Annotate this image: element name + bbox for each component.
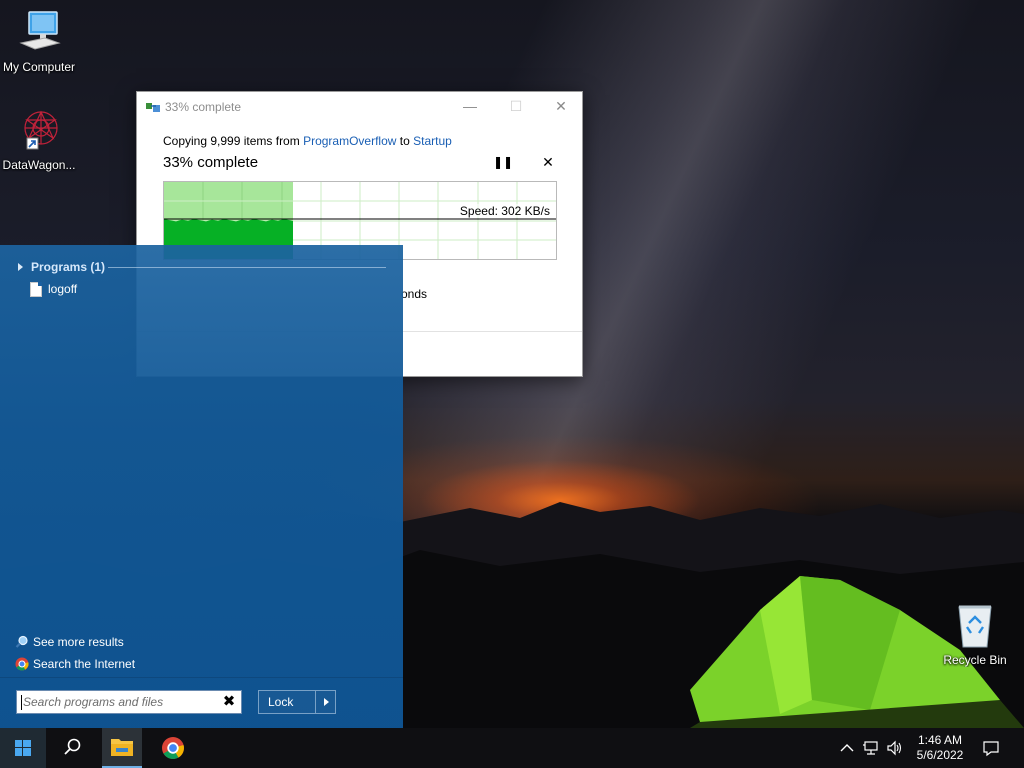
show-hidden-icons-chevron-up-icon[interactable] — [838, 739, 856, 757]
search-internet-link[interactable]: Search the Internet — [15, 656, 135, 672]
recycle-bin-icon — [951, 603, 999, 649]
desktop-icon-label: Recycle Bin — [943, 653, 1007, 667]
minimize-button[interactable]: — — [447, 92, 493, 122]
lock-button[interactable]: Lock — [258, 690, 336, 714]
datawagon-shortcut-icon — [15, 108, 63, 154]
network-icon[interactable] — [862, 739, 880, 757]
lock-button-label: Lock — [268, 695, 294, 709]
start-button[interactable] — [0, 728, 46, 768]
program-result-logoff[interactable]: logoff — [30, 280, 77, 298]
to-word: to — [396, 134, 414, 148]
program-label: logoff — [48, 282, 78, 296]
search-icon — [64, 738, 81, 755]
clock-date: 5/6/2022 — [916, 748, 964, 762]
expand-arrow-icon — [18, 263, 23, 271]
clock-time: 1:46 AM — [917, 733, 963, 747]
pause-button[interactable]: ❚❚ — [493, 155, 513, 173]
taskbar-search-button[interactable] — [50, 728, 96, 768]
dialog-title: 33% complete — [165, 100, 242, 114]
windows-logo-icon — [15, 740, 31, 756]
power-options-arrow-icon[interactable] — [315, 691, 335, 713]
copy-description: Copying 9,999 items from ProgramOverflow… — [163, 134, 452, 148]
desktop-icon-label: DataWagon... — [2, 158, 76, 172]
cancel-copy-button[interactable]: ✕ — [538, 154, 558, 172]
dialog-titlebar[interactable]: 33% complete — ☐ ✕ — [137, 92, 582, 122]
folder-icon — [111, 739, 133, 756]
results-header-label: Programs (1) — [31, 260, 106, 274]
desktop-icon-recycle-bin[interactable]: Recycle Bin — [936, 603, 1014, 667]
close-button[interactable]: ✕ — [538, 92, 584, 122]
header-rule — [108, 267, 386, 268]
speed-label: Speed: 302 KB/s — [459, 204, 550, 218]
source-folder-link[interactable]: ProgramOverflow — [303, 134, 396, 148]
file-icon — [30, 281, 42, 297]
copy-icon — [146, 101, 161, 113]
desktop-icon-datawagon[interactable]: DataWagon... — [0, 108, 78, 172]
start-menu-divider — [0, 677, 403, 678]
taskbar-file-explorer[interactable] — [102, 728, 142, 768]
chrome-icon — [15, 657, 29, 671]
computer-icon — [15, 10, 63, 56]
desktop-icon-label: My Computer — [2, 60, 76, 74]
see-more-label: See more results — [33, 635, 124, 649]
destination-folder-link[interactable]: Startup — [413, 134, 452, 148]
clear-search-icon[interactable]: ✖ — [222, 693, 236, 711]
text-caret — [21, 695, 22, 710]
taskbar: 1:46 AM 5/6/2022 — [0, 728, 1024, 768]
maximize-button[interactable]: ☐ — [493, 92, 539, 122]
search-input[interactable] — [23, 693, 213, 711]
chrome-icon — [162, 737, 184, 759]
search-icon — [15, 635, 28, 648]
search-internet-label: Search the Internet — [33, 657, 136, 671]
start-search-box[interactable]: ✖ — [16, 690, 242, 714]
volume-icon[interactable] — [886, 739, 904, 757]
see-more-results-link[interactable]: See more results — [15, 634, 124, 650]
taskbar-clock[interactable]: 1:46 AM 5/6/2022 — [912, 733, 968, 763]
time-remaining-label: onds — [401, 287, 428, 301]
percent-complete-label: 33% complete — [163, 154, 259, 171]
action-center-notification-icon[interactable] — [982, 739, 1000, 757]
copy-prefix: Copying 9,999 items from — [163, 134, 304, 148]
taskbar-chrome[interactable] — [150, 728, 196, 768]
programs-results-header[interactable]: Programs (1) — [18, 260, 386, 276]
desktop-icon-my-computer[interactable]: My Computer — [0, 10, 78, 74]
start-menu: Programs (1) logoff See more results Sea… — [0, 245, 403, 728]
